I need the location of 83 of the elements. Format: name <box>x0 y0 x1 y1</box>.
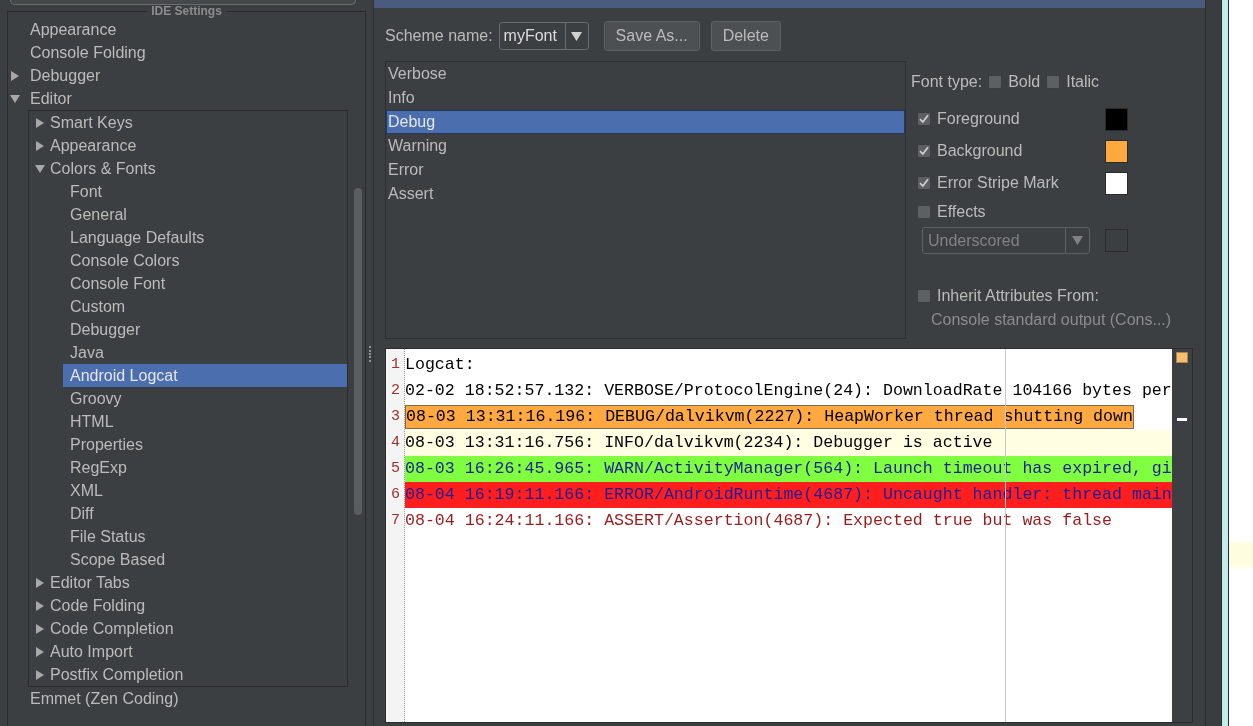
checkbox-label: Bold <box>1008 72 1041 92</box>
tree-item[interactable]: Auto Import <box>35 640 347 663</box>
tree-item[interactable]: HTML <box>63 410 347 433</box>
tree-item[interactable]: Language Defaults <box>63 226 347 249</box>
checkbox[interactable] <box>917 176 931 190</box>
checkbox-label: Foreground <box>937 109 1020 129</box>
checkbox[interactable] <box>1046 75 1061 89</box>
dropdown-arrow-icon[interactable] <box>571 31 583 41</box>
scheme-dropdown[interactable]: myFont <box>498 22 589 50</box>
log-line: Logcat: <box>405 353 475 376</box>
checkbox-label: Background <box>937 141 1023 161</box>
checkbox-label: Inherit Attributes From: <box>937 286 1099 306</box>
color-swatch[interactable] <box>1105 171 1128 195</box>
scheme-button[interactable]: Save As... <box>603 21 700 51</box>
tree-item[interactable]: Console Font <box>63 272 347 295</box>
caret-right-icon[interactable] <box>36 669 44 680</box>
tree-item[interactable]: Editor Tabs <box>35 571 347 594</box>
scheme-button[interactable]: Delete <box>710 21 781 51</box>
tree-item[interactable]: Groovy <box>63 387 347 410</box>
inherit-source-text: Console standard output (Cons...) <box>931 310 1172 330</box>
tree-item[interactable]: Colors & Fonts <box>35 157 347 180</box>
list-item[interactable]: Info <box>386 86 905 110</box>
log-line: 02-02 18:52:57.132: VERBOSE/ProtocolEngine(24): DownloadRate 104166 bytes per <box>405 379 1172 402</box>
tree-item[interactable]: Debugger <box>63 318 347 341</box>
list-item[interactable]: Debug <box>386 110 905 134</box>
checkbox-label: Error Stripe Mark <box>937 173 1059 193</box>
caret-right-icon[interactable] <box>36 646 44 657</box>
line-number: 6 <box>391 484 400 505</box>
caret-right-icon[interactable] <box>36 140 44 151</box>
list-item[interactable]: Error <box>386 158 905 182</box>
color-swatch[interactable] <box>1105 107 1128 131</box>
line-number: 4 <box>391 432 400 453</box>
tree-item[interactable]: Console Colors <box>63 249 347 272</box>
checkbox[interactable] <box>988 75 1003 89</box>
tree-item[interactable]: Emmet (Zen Coding) <box>10 687 348 710</box>
caret-right-icon[interactable] <box>11 70 19 81</box>
caret-down-icon[interactable] <box>35 164 45 173</box>
tree-item[interactable]: Android Logcat <box>63 364 347 387</box>
tree-item[interactable]: General <box>63 203 347 226</box>
tree-item[interactable]: Smart Keys <box>35 111 347 134</box>
log-line: 08-03 13:31:16.756: INFO/dalvikvm(2234): Debugger is active <box>405 431 993 454</box>
line-number: 5 <box>391 458 400 479</box>
checkbox-label: Italic <box>1066 72 1100 92</box>
splitter-grip-icon[interactable] <box>367 346 372 362</box>
caret-right-icon[interactable] <box>36 117 44 128</box>
line-number: 7 <box>391 510 400 531</box>
caret-down-icon[interactable] <box>10 94 20 103</box>
group-title: IDE Settings <box>150 5 223 18</box>
tree-item[interactable]: File Status <box>63 525 347 548</box>
tree-item[interactable]: Appearance <box>10 18 348 41</box>
line-number: 2 <box>391 380 400 401</box>
scheme-name-label: Scheme name: <box>385 26 493 46</box>
tree-item[interactable]: Properties <box>63 433 347 456</box>
tree-item[interactable]: Editor <box>10 87 348 110</box>
list-item[interactable]: Warning <box>386 134 905 158</box>
search-field[interactable] <box>10 0 356 5</box>
tree-item[interactable]: Custom <box>63 295 347 318</box>
checkbox[interactable] <box>917 289 931 303</box>
tree-item[interactable]: Appearance <box>35 134 347 157</box>
tree-item[interactable]: RegExp <box>63 456 347 479</box>
tree-item[interactable]: Code Folding <box>35 594 347 617</box>
tree-item[interactable]: Code Completion <box>35 617 347 640</box>
caret-right-icon[interactable] <box>36 600 44 611</box>
tree-item[interactable]: Scope Based <box>63 548 347 571</box>
tree-item[interactable]: Font <box>63 180 347 203</box>
tree-item[interactable]: XML <box>63 479 347 502</box>
checkbox-label: Effects <box>937 202 986 222</box>
list-item[interactable]: Verbose <box>386 62 905 86</box>
tree-item[interactable]: Diff <box>63 502 347 525</box>
tree-item[interactable]: Postfix Completion <box>35 663 347 686</box>
caret-right-icon[interactable] <box>36 577 44 588</box>
color-swatch[interactable] <box>1105 139 1128 163</box>
checkbox[interactable] <box>917 144 931 158</box>
tree-item[interactable]: Java <box>63 341 347 364</box>
font-type-label: Font type: <box>911 72 983 92</box>
checkbox[interactable] <box>917 112 931 126</box>
tree-item[interactable]: Console Folding <box>10 41 348 64</box>
tree-item[interactable]: Debugger <box>10 64 348 87</box>
caret-right-icon[interactable] <box>36 623 44 634</box>
list-item[interactable]: Assert <box>386 182 905 206</box>
line-number: 3 <box>391 406 400 427</box>
scrollbar-thumb[interactable] <box>354 188 362 515</box>
line-number: 1 <box>391 354 400 375</box>
